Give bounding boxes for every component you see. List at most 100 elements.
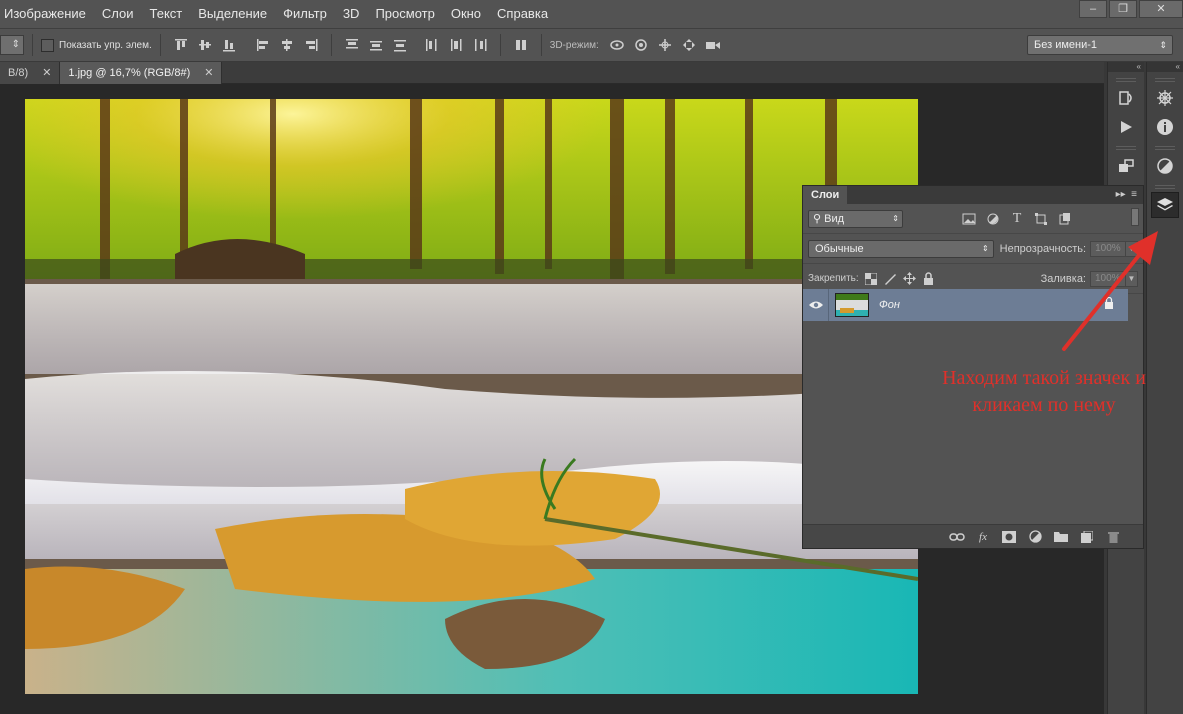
tab-label: 1.jpg @ 16,7% (RGB/8#)	[68, 67, 191, 79]
menu-3d[interactable]: 3D	[335, 0, 368, 28]
lock-pixels-icon[interactable]	[884, 272, 897, 285]
info-icon[interactable]	[1151, 114, 1179, 140]
filter-shape-icon[interactable]	[1033, 211, 1049, 227]
lock-position-icon[interactable]	[902, 272, 916, 285]
new-layer-icon[interactable]	[1079, 530, 1095, 544]
collapse-icon[interactable]: «	[1108, 62, 1144, 72]
panel-menu-icon[interactable]: ▸▸ ≡	[1116, 186, 1143, 204]
lock-all-icon[interactable]	[922, 272, 935, 285]
tab-active-document[interactable]: 1.jpg @ 16,7% (RGB/8#) ✕	[60, 62, 223, 84]
tab-previous-document[interactable]: B/8) ✕	[0, 62, 61, 84]
collapse-icon[interactable]: «	[1147, 62, 1183, 72]
align-vcenter-icon[interactable]	[197, 37, 213, 53]
layers-panel-footer: fx	[803, 524, 1143, 548]
layer-thumbnail	[835, 293, 869, 317]
lock-transparency-icon[interactable]	[865, 272, 878, 285]
separator	[330, 34, 332, 56]
annotation-line-2: кликаем по нему	[972, 394, 1116, 416]
align-left-icon[interactable]	[255, 37, 271, 53]
chevron-updown-icon: ⇕	[1159, 40, 1167, 50]
navigator-wheel-icon[interactable]	[1151, 85, 1179, 111]
actions-play-icon[interactable]	[1112, 114, 1140, 140]
show-controls-label: Показать упр. элем.	[59, 39, 152, 51]
tab-label: B/8)	[8, 67, 29, 79]
3d-camera-icon[interactable]	[705, 37, 721, 53]
restore-button[interactable]: ❐	[1109, 0, 1137, 18]
close-icon[interactable]: ✕	[204, 62, 213, 84]
layer-comps-icon[interactable]	[1112, 153, 1140, 179]
menu-help[interactable]: Справка	[489, 0, 556, 28]
history-icon[interactable]	[1112, 85, 1140, 111]
new-group-folder-icon[interactable]	[1053, 530, 1069, 544]
blend-mode-value: Обычные	[815, 242, 864, 255]
layers-tab[interactable]: Слои	[803, 186, 848, 204]
dock-grip[interactable]	[1155, 146, 1175, 150]
minimize-button[interactable]: –	[1079, 0, 1107, 18]
close-button[interactable]: ✕	[1139, 0, 1183, 18]
3d-rotate-icon[interactable]	[609, 37, 625, 53]
distribute-right-icon[interactable]	[472, 37, 488, 53]
menu-image[interactable]: Изображение	[0, 0, 94, 28]
filter-type-value: Вид	[824, 212, 845, 225]
new-adjustment-layer-icon[interactable]	[1027, 530, 1043, 544]
window-controls: – ❐ ✕	[1077, 0, 1183, 18]
chevron-updown-icon: ⇕	[892, 213, 899, 223]
layers-panel-icon[interactable]	[1151, 192, 1179, 218]
menu-window[interactable]: Окно	[443, 0, 489, 28]
menu-view[interactable]: Просмотр	[367, 0, 442, 28]
visibility-eye-icon[interactable]	[803, 289, 829, 321]
document-image[interactable]	[25, 99, 918, 694]
menu-filter[interactable]: Фильтр	[275, 0, 335, 28]
3d-mode-label: 3D-режим:	[549, 39, 599, 51]
align-right-icon[interactable]	[303, 37, 319, 53]
distribute-vcenter-icon[interactable]	[368, 37, 384, 53]
dock-grip[interactable]	[1155, 78, 1175, 82]
annotation-arrow	[1062, 231, 1158, 351]
align-top-icon[interactable]	[173, 37, 189, 53]
show-controls-checkbox[interactable]	[41, 38, 54, 52]
dock-grip[interactable]	[1155, 185, 1175, 189]
menu-bar: Изображение Слои Текст Выделение Фильтр …	[0, 0, 1183, 28]
menu-type[interactable]: Текст	[142, 0, 191, 28]
align-hcenter-icon[interactable]	[279, 37, 295, 53]
layer-name[interactable]: Фон	[879, 299, 900, 311]
annotation-line-1: Находим такой значек и	[942, 367, 1146, 389]
dock-grip[interactable]	[1116, 78, 1136, 82]
separator	[159, 34, 161, 56]
lock-label: Закрепить:	[808, 273, 859, 284]
distribute-top-icon[interactable]	[344, 37, 360, 53]
menu-layers[interactable]: Слои	[94, 0, 142, 28]
annotation-text: Находим такой значек и кликаем по нему	[904, 365, 1183, 419]
filter-toggle[interactable]	[1131, 208, 1139, 226]
filter-type-icon[interactable]: T	[1009, 211, 1025, 227]
filter-pixel-icon[interactable]	[961, 211, 977, 227]
delete-layer-trash-icon[interactable]	[1105, 530, 1121, 544]
auto-align-icon[interactable]	[513, 37, 529, 53]
filter-adjustment-icon[interactable]	[985, 211, 1001, 227]
3d-pan-icon[interactable]	[657, 37, 673, 53]
blend-mode-select[interactable]: Обычные ⇕	[808, 239, 994, 258]
3d-roll-icon[interactable]	[633, 37, 649, 53]
tool-preset-select[interactable]: ⇕	[0, 35, 24, 55]
separator	[32, 34, 33, 56]
chevron-updown-icon: ⇕	[981, 243, 989, 253]
menu-select[interactable]: Выделение	[190, 0, 275, 28]
filter-type-select[interactable]: ⚲ Вид ⇕	[808, 209, 903, 228]
workspace-value: Без имени-1	[1034, 39, 1098, 51]
workspace-select[interactable]: Без имени-1 ⇕	[1027, 35, 1173, 55]
options-bar: ⇕ Показать упр. элем. 3D-режим: Без имен…	[0, 28, 1183, 62]
distribute-bottom-icon[interactable]	[392, 37, 408, 53]
layers-panel-header: Слои ▸▸ ≡	[803, 186, 1143, 204]
add-mask-icon[interactable]	[1001, 530, 1017, 544]
close-icon[interactable]: ✕	[42, 62, 51, 84]
dock-grip[interactable]	[1116, 146, 1136, 150]
layer-style-fx-icon[interactable]: fx	[975, 530, 991, 544]
align-bottom-icon[interactable]	[221, 37, 237, 53]
document-tabs: B/8) ✕ 1.jpg @ 16,7% (RGB/8#) ✕	[0, 62, 1104, 84]
3d-slide-icon[interactable]	[681, 37, 697, 53]
separator	[499, 34, 501, 56]
link-layers-icon[interactable]	[949, 530, 965, 544]
distribute-hcenter-icon[interactable]	[448, 37, 464, 53]
distribute-left-icon[interactable]	[424, 37, 440, 53]
adjustments-icon[interactable]	[1151, 153, 1179, 179]
